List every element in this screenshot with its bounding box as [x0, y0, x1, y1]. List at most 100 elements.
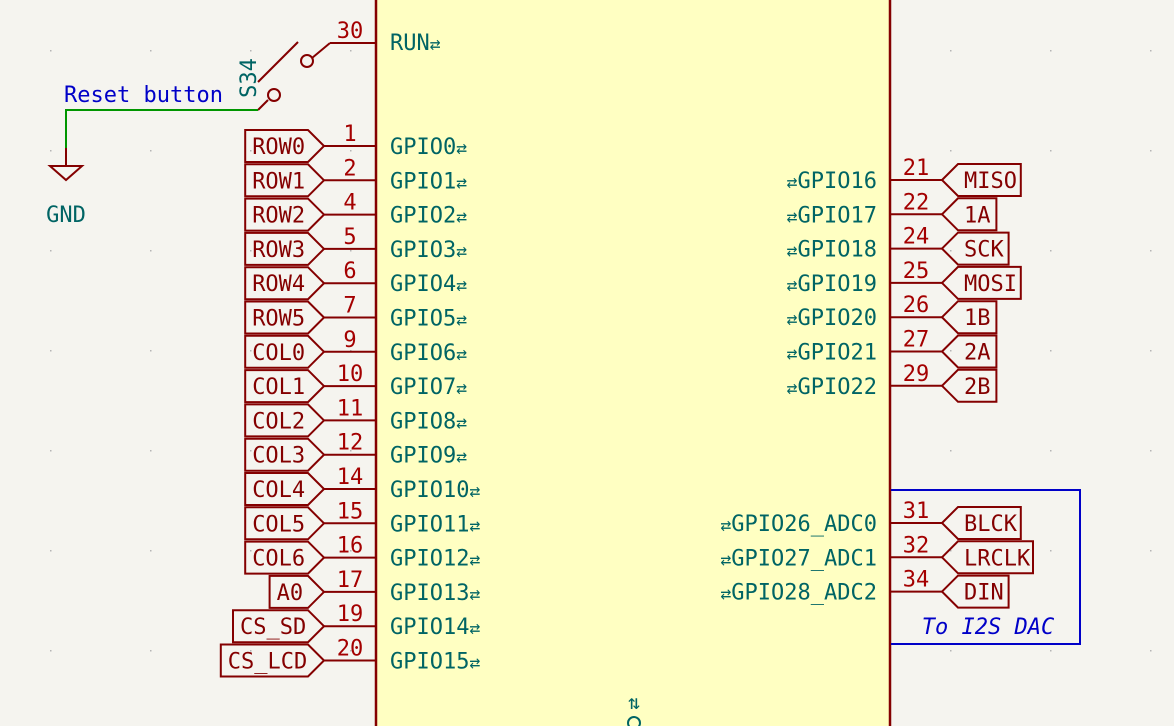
net-label-text: CS_LCD	[228, 650, 307, 675]
net-label-text: MISO	[964, 169, 1017, 194]
pin-number: 32	[903, 533, 930, 558]
bidir-icon: ⇄	[469, 584, 480, 605]
net-label-text: 2A	[964, 341, 991, 366]
pin-name: ⇄GPIO18	[787, 238, 877, 263]
pin-name: GPIO10⇄	[390, 478, 480, 503]
bidir-icon: ⇄	[469, 515, 480, 536]
pin-name: ⇄GPIO27_ADC1	[720, 546, 877, 571]
pin-name: ⇄GPIO19	[787, 272, 877, 297]
net-label-text: COL5	[252, 512, 305, 537]
pin-number: 15	[337, 499, 364, 524]
pin-number: 1	[343, 122, 356, 147]
grid-dot	[950, 50, 952, 52]
net-label-text: MOSI	[964, 272, 1017, 297]
net-label-text: COL1	[252, 375, 305, 400]
grid-dot	[350, 150, 352, 152]
bidir-icon: ⇄	[456, 447, 467, 468]
net-label-text: 1A	[964, 203, 991, 228]
pin-number: 7	[343, 294, 356, 319]
pin-number: 29	[903, 362, 930, 387]
pin-name: GPIO8⇄	[390, 409, 467, 434]
pin-number: 12	[337, 431, 364, 456]
bidir-icon: ⇄	[787, 172, 798, 193]
grid-dot	[50, 550, 52, 552]
grid-dot	[1050, 650, 1052, 652]
bidir-icon: ⇄	[787, 275, 798, 296]
grid-dot	[350, 50, 352, 52]
adc-pin-group: 31 ⇄GPIO26_ADC0 BLCK 32 ⇄GPIO27_ADC1 LRCLK 34 ⇄…	[720, 499, 1034, 609]
pin-name: GPIO5⇄	[390, 307, 467, 332]
pin-number: 16	[337, 534, 364, 559]
grid-dot	[1050, 450, 1052, 452]
grid-dot	[150, 350, 152, 352]
net-label-text: BLCK	[964, 512, 1018, 537]
bidir-icon: ⇄	[720, 584, 731, 605]
net-label-text: CS_SD	[240, 615, 306, 640]
bidir-icon: ⇄	[469, 618, 480, 639]
bidir-icon: ⇄	[787, 344, 798, 365]
grid-dot	[1050, 550, 1052, 552]
pin-number: 9	[343, 328, 356, 353]
pin-number: 17	[337, 568, 364, 593]
bidir-icon: ⇄	[469, 481, 480, 502]
reset-net-label: Reset button	[64, 83, 223, 108]
pin-number: 31	[903, 499, 930, 524]
bidir-icon: ⇄	[787, 206, 798, 227]
grid-dot	[1150, 550, 1152, 552]
pin-name: ⇄GPIO26_ADC0	[720, 512, 877, 537]
pin-number: 34	[903, 568, 930, 593]
net-label-text: COL3	[252, 444, 305, 469]
pin-number: 6	[343, 259, 356, 284]
bidir-icon: ⇄	[456, 241, 467, 262]
schematic-canvas: 30 RUN⇄ S34 Reset button GND ⇅ To I2S DA…	[0, 0, 1174, 726]
grid-dot	[50, 450, 52, 452]
pin-name: ⇄GPIO28_ADC2	[720, 581, 877, 606]
pin-name: GPIO6⇄	[390, 341, 467, 366]
grid-dot	[1050, 350, 1052, 352]
net-label-text: LRCLK	[964, 546, 1031, 571]
grid-dot	[350, 250, 352, 252]
grid-dot	[1050, 50, 1052, 52]
pin-number: 4	[343, 191, 356, 216]
bidir-icon: ⇄	[456, 207, 467, 228]
bidir-icon: ⇄	[787, 378, 798, 399]
pin-name: GPIO2⇄	[390, 204, 467, 229]
pin-number: 14	[337, 465, 364, 490]
net-label-text: DIN	[964, 581, 1004, 606]
pin-name: GPIO13⇄	[390, 581, 480, 606]
pin-number: 19	[337, 602, 364, 627]
pin-number: 27	[903, 328, 930, 353]
pin-number: 20	[337, 637, 364, 662]
grid-dot	[950, 650, 952, 652]
net-label-text: COL0	[252, 341, 305, 366]
grid-dot	[150, 650, 152, 652]
grid-dot	[150, 250, 152, 252]
grid-dot	[150, 450, 152, 452]
bidir-icon: ⇄	[456, 138, 467, 159]
pin-name: GPIO15⇄	[390, 650, 480, 675]
pin-name: GPIO9⇄	[390, 444, 467, 469]
bidir-icon: ⇄	[456, 310, 467, 331]
net-label-text: 2B	[964, 375, 991, 400]
grid-dot	[1150, 450, 1152, 452]
pin-name: ⇄GPIO20	[787, 306, 877, 331]
pin-name: GPIO14⇄	[390, 615, 480, 640]
dac-note-text: To I2S DAC	[922, 615, 1055, 640]
bidir-icon: ⇄	[787, 241, 798, 262]
grid-dot	[950, 350, 952, 352]
run-pin-number: 30	[337, 19, 364, 44]
net-label-text: COL2	[252, 409, 305, 434]
pin-name: GPIO1⇄	[390, 169, 467, 194]
ground-label: GND	[46, 203, 86, 228]
pin-number: 5	[343, 225, 356, 250]
grid-dot	[1050, 250, 1052, 252]
bidir-icon: ⇄	[456, 412, 467, 433]
grid-dot	[950, 250, 952, 252]
pin-number: 2	[343, 156, 356, 181]
net-label-text: COL6	[252, 547, 305, 572]
bidir-icon: ⇄	[456, 344, 467, 365]
net-label-text: ROW1	[252, 169, 305, 194]
net-label-text: COL4	[252, 478, 305, 503]
pin-name: GPIO7⇄	[390, 375, 467, 400]
grid-dot	[1150, 50, 1152, 52]
